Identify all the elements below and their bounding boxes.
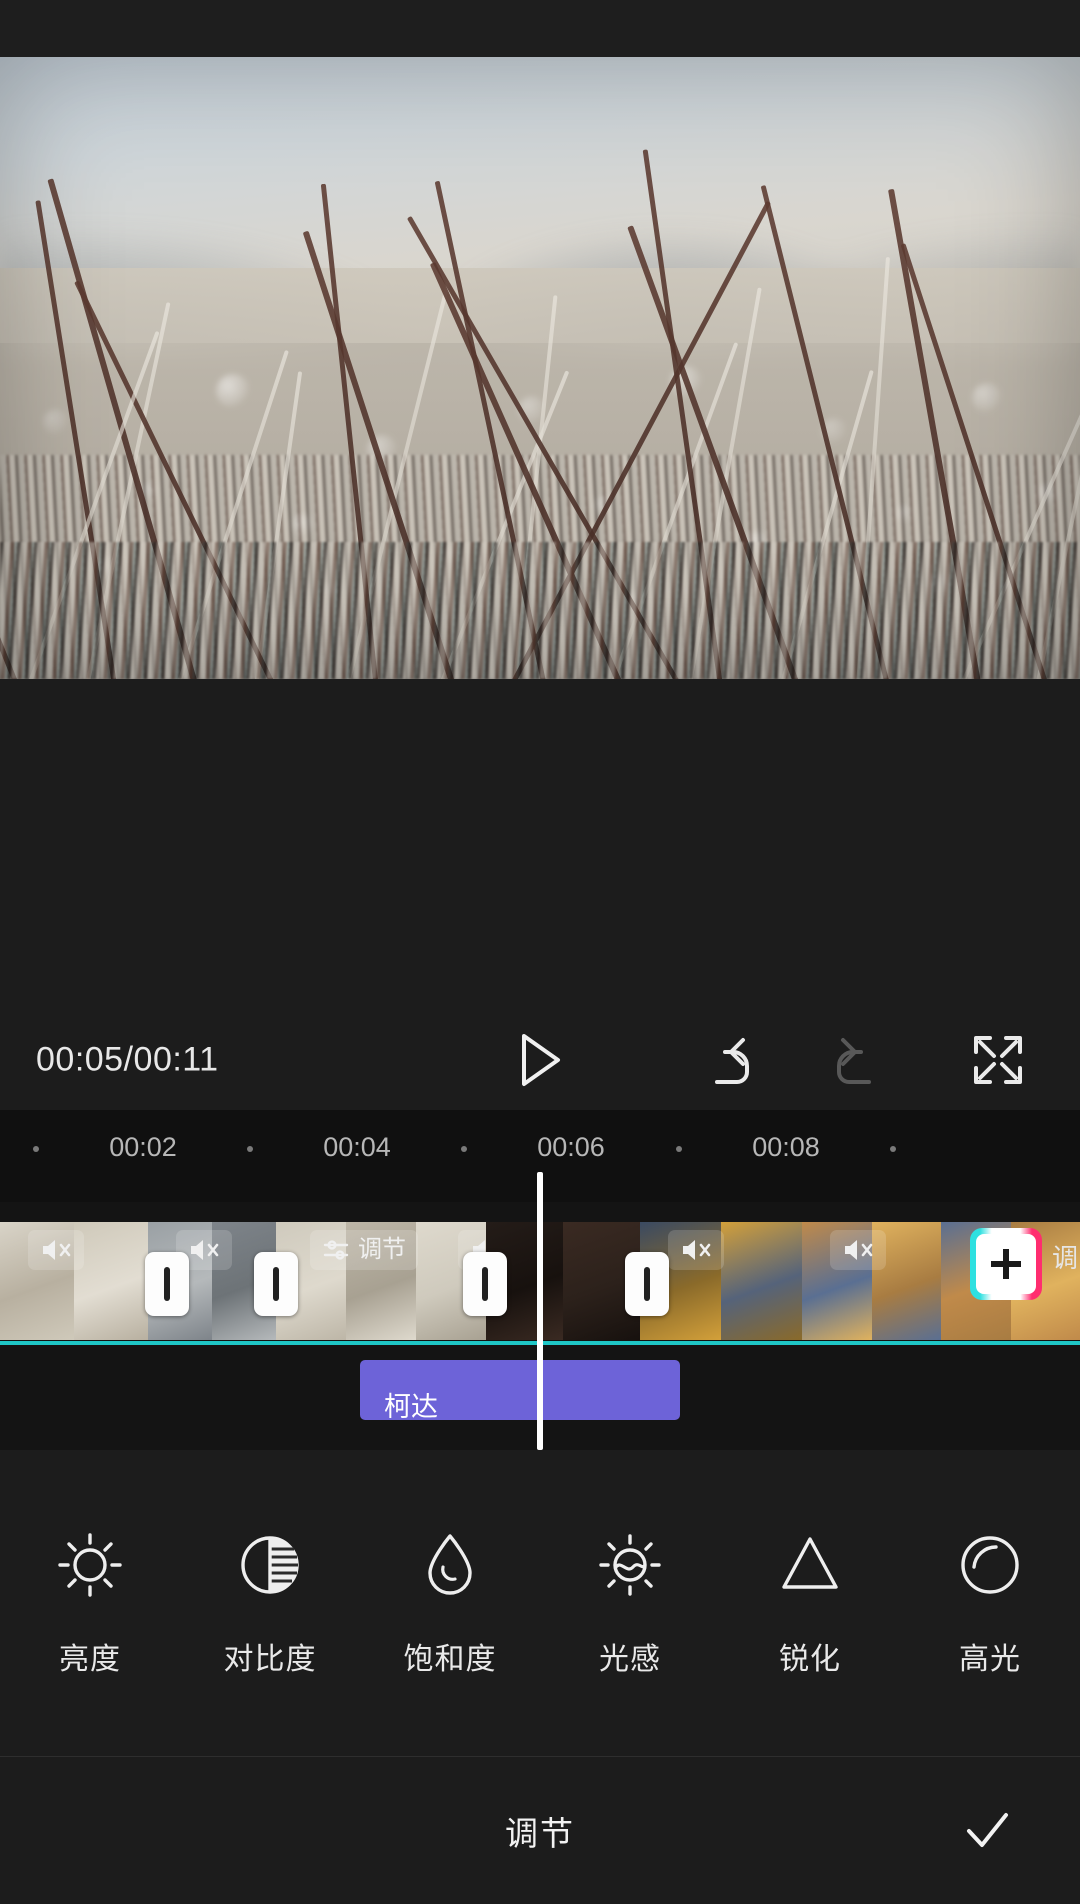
fullscreen-button[interactable] [962, 1024, 1034, 1096]
clip-mute-badge[interactable] [28, 1230, 84, 1270]
tool-luminance[interactable]: 光感 [540, 1522, 720, 1678]
redo-icon [837, 1038, 871, 1084]
undo-icon [715, 1038, 749, 1084]
tool-saturation[interactable]: 饱和度 [360, 1522, 540, 1678]
tool-label: 对比度 [223, 1643, 317, 1676]
audio-track[interactable]: 柯达 [360, 1360, 680, 1420]
ruler-tick-label: 00:02 [109, 1132, 177, 1162]
mute-icon [683, 1240, 711, 1260]
adjust-tool-row: 亮度 对比度 饱和度 光感 锐化 高光 [0, 1450, 1080, 1750]
timeline-clip[interactable]: 调节 [276, 1222, 486, 1340]
tool-label: 高光 [959, 1643, 1021, 1676]
ruler-tick-dot [676, 1146, 682, 1152]
sun-icon [47, 1522, 133, 1608]
ruler-tick-dot [33, 1146, 39, 1152]
transition-handle[interactable] [254, 1252, 298, 1316]
status-bar [0, 0, 1080, 57]
mute-icon [845, 1240, 873, 1260]
audio-track-label: 柯达 [384, 1392, 438, 1420]
tool-label: 锐化 [779, 1643, 841, 1676]
tool-highlights[interactable]: 高光 [900, 1522, 1080, 1678]
check-icon [967, 1812, 1008, 1847]
tool-contrast[interactable]: 对比度 [180, 1522, 360, 1678]
add-clip-inner [976, 1234, 1036, 1294]
sliders-icon [323, 1240, 349, 1260]
play-button[interactable] [502, 1022, 578, 1098]
triangle-icon [767, 1522, 853, 1608]
panel-title: 调节 [505, 1814, 575, 1852]
ruler-tick-dot [247, 1146, 253, 1152]
droplet-icon [407, 1522, 493, 1608]
handle-grip-icon [644, 1267, 650, 1301]
edge-clipped-label: 调 [1051, 1243, 1078, 1273]
timecode-label: 00:05/00:11 [36, 1040, 219, 1079]
sun-wave-icon [587, 1522, 673, 1608]
ruler-tick-label: 00:06 [537, 1132, 605, 1162]
bottom-bar: 调节 [0, 1756, 1080, 1904]
handle-grip-icon [273, 1267, 279, 1301]
tool-brightness[interactable]: 亮度 [0, 1522, 180, 1678]
video-frame [0, 57, 1080, 679]
tool-label: 亮度 [59, 1643, 121, 1676]
clip-thumbnails [486, 1222, 640, 1340]
handle-grip-icon [482, 1267, 488, 1301]
ruler-tick-label: 00:04 [323, 1132, 391, 1162]
tool-sharpen[interactable]: 锐化 [720, 1522, 900, 1678]
ruler-tick-label: 00:08 [752, 1132, 820, 1162]
confirm-button[interactable] [952, 1796, 1022, 1866]
highlight-circle-icon [947, 1522, 1033, 1608]
handle-grip-icon [164, 1267, 170, 1301]
ruler-tick-dot [461, 1146, 467, 1152]
timeline-clip[interactable] [0, 1222, 148, 1340]
preview-vignette [0, 57, 1080, 679]
playhead[interactable] [537, 1172, 543, 1450]
clip-thumbnail-frame [721, 1222, 802, 1340]
undo-button[interactable] [696, 1024, 768, 1096]
contrast-circle-icon [227, 1522, 313, 1608]
transition-handle[interactable] [463, 1252, 507, 1316]
clip-mute-badge[interactable] [830, 1230, 886, 1270]
play-icon [522, 1034, 560, 1086]
redo-button[interactable] [818, 1024, 890, 1096]
playback-bar: 00:05/00:11 [0, 1005, 1080, 1115]
clip-thumbnail-frame [74, 1222, 148, 1340]
timeline-clip[interactable] [486, 1222, 640, 1340]
mute-icon [43, 1240, 71, 1260]
add-clip-button[interactable] [970, 1228, 1042, 1300]
fullscreen-icon [974, 1036, 1022, 1084]
tool-label: 光感 [599, 1643, 661, 1676]
plus-icon [991, 1249, 1021, 1279]
clip-mute-badge[interactable] [668, 1230, 724, 1270]
video-preview[interactable] [0, 57, 1080, 679]
tool-label: 饱和度 [403, 1643, 497, 1676]
editor-root: 00:05/00:11 00:02 00:04 00:06 00:08 调节 调… [0, 0, 1080, 1904]
mute-icon [191, 1240, 219, 1260]
transition-handle[interactable] [625, 1252, 669, 1316]
clip-adjust-badge[interactable]: 调节 [310, 1230, 418, 1270]
transition-handle[interactable] [145, 1252, 189, 1316]
clip-adjust-label: 调节 [358, 1236, 406, 1263]
ruler-tick-dot [890, 1146, 896, 1152]
